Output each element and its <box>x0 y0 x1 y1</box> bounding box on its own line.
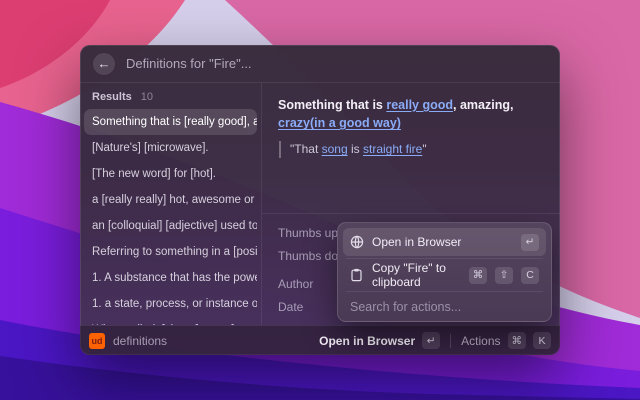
c-key-badge: C <box>521 267 539 284</box>
results-header: Results 10 <box>84 89 257 109</box>
command-key-badge: ⌘ <box>469 267 487 284</box>
window-title: Definitions for "Fire"... <box>126 56 252 71</box>
command-name: definitions <box>113 334 167 348</box>
back-button[interactable]: ← <box>93 53 115 75</box>
list-item[interactable]: 1. A substance that has the power t... <box>84 265 257 291</box>
window-header: ← Definitions for "Fire"... <box>80 45 560 83</box>
urban-dictionary-app-icon: ud <box>89 333 105 349</box>
shift-key-badge: ⇧ <box>495 267 513 284</box>
clipboard-icon <box>350 268 364 282</box>
results-count: 10 <box>141 91 153 103</box>
list-item[interactable]: Referring to something in a [positive... <box>84 239 257 265</box>
definition-detail: Something that is really good, amazing, … <box>262 83 560 213</box>
inline-text: , amazing, <box>453 98 513 112</box>
k-key-badge: K <box>533 332 551 349</box>
footer-separator <box>450 334 451 348</box>
action-open-in-browser[interactable]: Open in Browser ↵ <box>343 228 546 256</box>
results-section-label: Results <box>92 91 132 103</box>
raycast-window: ← Definitions for "Fire"... Results 10 S… <box>80 45 560 355</box>
inline-link[interactable]: straight fire <box>363 142 422 156</box>
back-arrow-icon: ← <box>98 53 111 75</box>
primary-action-button[interactable]: Open in Browser <box>319 334 415 348</box>
actions-search <box>343 294 546 320</box>
actions-search-input[interactable] <box>350 300 539 314</box>
inline-link[interactable]: song <box>322 142 348 156</box>
return-key-badge: ↵ <box>521 234 539 251</box>
list-item[interactable]: 1. a state, process, or instance of [co.… <box>84 291 257 317</box>
list-item[interactable]: a [really really] hot, awesome or ama... <box>84 187 257 213</box>
list-item[interactable]: Something that is [really good], ama... <box>84 109 257 135</box>
globe-icon <box>350 235 364 249</box>
results-list-pane: Results 10 Something that is [really goo… <box>80 83 262 325</box>
inline-link[interactable]: really good <box>386 98 453 112</box>
list-item[interactable]: [Nature's] [microwave]. <box>84 135 257 161</box>
actions-button[interactable]: Actions <box>461 334 500 348</box>
footer-bar: ud definitions Open in Browser ↵ Actions… <box>80 325 560 355</box>
inline-link[interactable]: (in a good way) <box>310 116 401 130</box>
action-label: Open in Browser <box>372 235 461 249</box>
list-item[interactable]: an [colloquial] [adjective] used to de..… <box>84 213 257 239</box>
action-copy-to-clipboard[interactable]: Copy "Fire" to clipboard ⌘ ⇧ C <box>343 261 546 289</box>
list-item[interactable]: [The new word] for [hot]. <box>84 161 257 187</box>
inline-text: is <box>348 142 363 156</box>
inline-text: " <box>422 142 426 156</box>
footer-actions: Open in Browser ↵ Actions ⌘ K <box>319 332 551 349</box>
action-label: Copy "Fire" to clipboard <box>372 261 461 289</box>
list-item[interactable]: When yelled, [clears] out a [crowded... <box>84 317 257 325</box>
inline-text: Something that is <box>278 98 386 112</box>
command-key-badge: ⌘ <box>508 332 527 349</box>
inline-link[interactable]: crazy <box>278 116 310 130</box>
definition-text: Something that is really good, amazing, … <box>278 96 546 132</box>
actions-popover: Open in Browser ↵ Copy "Fire" to clipboa… <box>337 222 552 322</box>
inline-text: "That <box>290 142 322 156</box>
popover-divider <box>346 291 543 292</box>
return-key-badge: ↵ <box>422 332 440 349</box>
example-quote: "That song is straight fire" <box>279 141 546 158</box>
popover-divider <box>346 258 543 259</box>
